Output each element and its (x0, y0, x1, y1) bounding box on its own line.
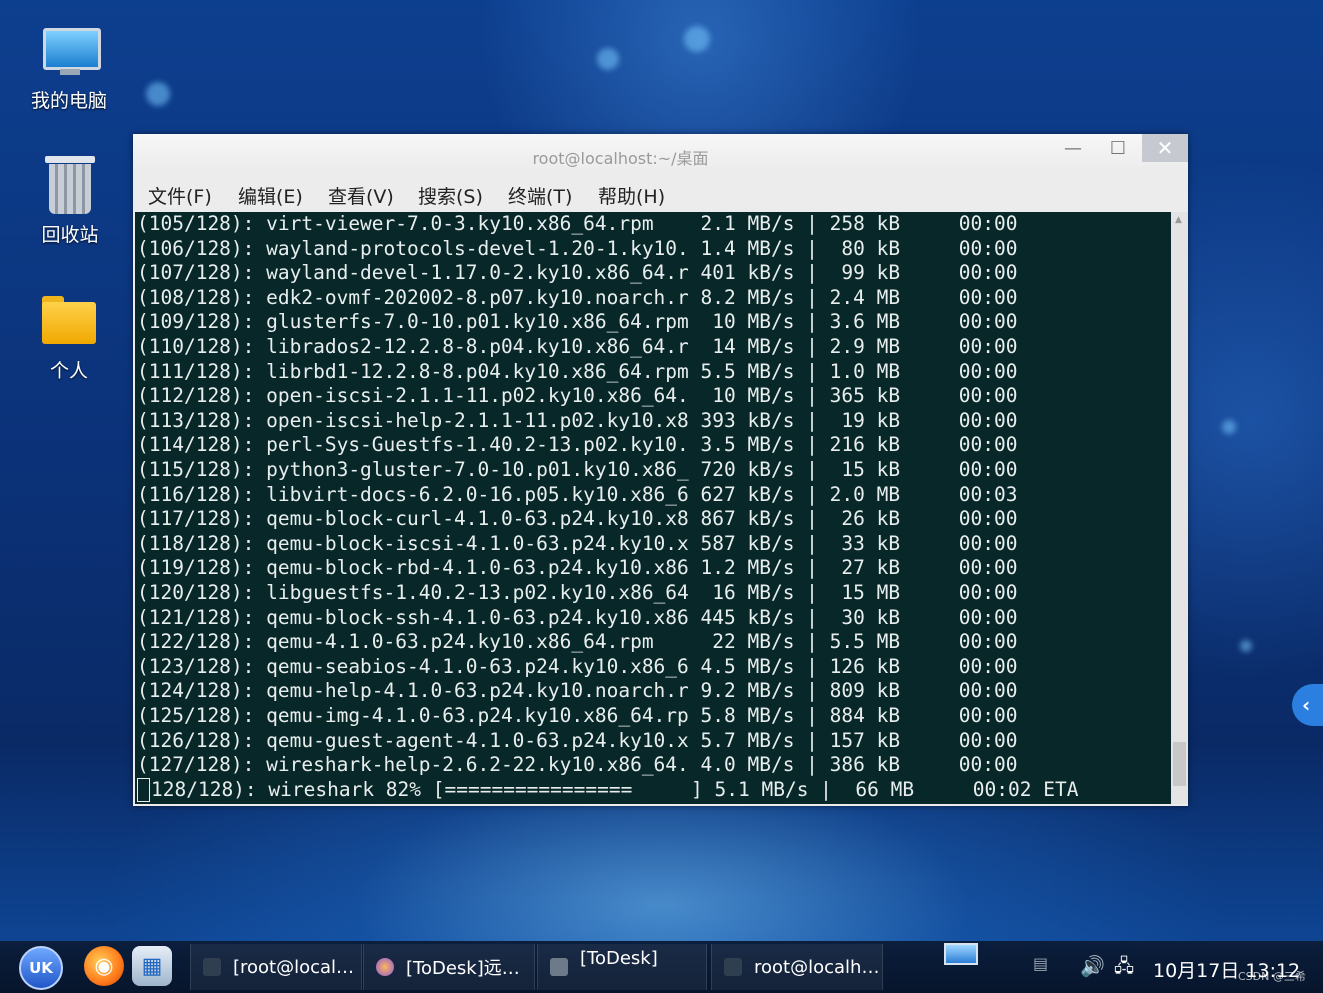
terminal-line: (126/128): qemu-guest-agent-4.1.0-63.p24… (137, 728, 1018, 752)
desktop-icon-label: 我的电脑 (30, 90, 107, 112)
computer-icon (40, 22, 101, 80)
desktop-icon-label: 回收站 (41, 224, 99, 246)
terminal-window: root@localhost:~/桌面 — ☐ ✕ 文件(F) 编辑(E) 查看… (133, 134, 1188, 806)
file-manager-icon: ▦ (141, 953, 163, 979)
terminal-line: (119/128): qemu-block-rbd-4.1.0-63.p24.k… (137, 556, 1018, 580)
window-app-icon (550, 958, 568, 976)
menu-bar: 文件(F) 编辑(E) 查看(V) 搜索(S) 终端(T) 帮助(H) (133, 174, 1188, 212)
terminal-line: (108/128): edk2-ovmf-202002-8.p07.ky10.n… (137, 285, 1018, 309)
progress-line-text: 128/128): wireshark 82% [===============… (151, 777, 1079, 801)
terminal-line: (115/128): python3-gluster-7.0-10.p01.ky… (137, 458, 1018, 481)
task-todesk-remote[interactable]: [ToDesk]远… (363, 944, 535, 990)
scrollbar-thumb[interactable] (1173, 742, 1186, 786)
terminal-line: (111/128): librbd1-12.2.8-8.p04.ky10.x86… (137, 359, 1018, 383)
window-titlebar[interactable]: root@localhost:~/桌面 — ☐ ✕ (133, 134, 1188, 174)
task-label: [root@local… (233, 956, 355, 978)
desktop-icon-personal[interactable]: 个人 (24, 292, 114, 383)
show-desktop-icon[interactable] (944, 943, 978, 965)
window-title: root@localhost:~/桌面 (532, 149, 709, 168)
terminal-line: (124/128): qemu-help-4.1.0-63.p24.ky10.n… (137, 679, 1018, 703)
task-terminal-2[interactable]: root@localh… (711, 944, 883, 990)
wallpaper-light (1222, 420, 1236, 434)
task-label: [ToDesk]远… (406, 958, 520, 979)
terminal-line: (114/128): perl-Sys-Guestfs-1.40.2-13.p0… (137, 433, 1018, 457)
network-icon[interactable]: 🖧 (1114, 954, 1134, 984)
todesk-app-icon (376, 958, 394, 976)
task-todesk[interactable]: [ToDesk] (537, 944, 707, 990)
start-menu-button[interactable]: UK (19, 946, 63, 990)
terminal-line: (122/128): qemu-4.1.0-63.p24.ky10.x86_64… (137, 630, 1018, 654)
scrollbar[interactable]: ▲ (1171, 212, 1188, 804)
maximize-button[interactable]: ☐ (1096, 134, 1140, 162)
minimize-button[interactable]: — (1051, 134, 1095, 162)
desktop-icon-trash[interactable]: 回收站 (25, 156, 115, 247)
menu-view[interactable]: 查看(V) (328, 182, 394, 209)
menu-edit[interactable]: 编辑(E) (238, 182, 303, 209)
wallpaper-light (1240, 640, 1252, 652)
firefox-icon: ◉ (94, 953, 114, 979)
terminal-line: (112/128): open-iscsi-2.1.1-11.p02.ky10.… (137, 384, 1018, 408)
task-label: [ToDesk] (580, 948, 658, 969)
terminal-line: (121/128): qemu-block-ssh-4.1.0-63.p24.k… (137, 605, 1018, 629)
close-button[interactable]: ✕ (1142, 134, 1188, 162)
menu-search[interactable]: 搜索(S) (418, 182, 483, 209)
folder-icon (40, 292, 98, 350)
start-logo-icon: UK (29, 959, 53, 977)
menu-terminal[interactable]: 终端(T) (508, 182, 572, 209)
trash-icon (41, 156, 99, 214)
keyboard-tray-icon[interactable]: ▤ (1033, 954, 1048, 973)
terminal-line: (110/128): librados2-12.2.8-8.p04.ky10.x… (137, 335, 1018, 358)
terminal-line: (120/128): libguestfs-1.40.2-13.p02.ky10… (137, 581, 1018, 604)
watermark: CSDN @三希 (1238, 970, 1306, 983)
terminal-line: (127/128): wireshark-help-2.6.2-22.ky10.… (137, 753, 1018, 777)
terminal-line: (123/128): qemu-seabios-4.1.0-63.p24.ky1… (137, 654, 1018, 678)
sidebar-toggle-button[interactable]: ‹ (1292, 684, 1323, 726)
menu-file[interactable]: 文件(F) (148, 182, 212, 209)
terminal-output[interactable]: (105/128): virt-viewer-7.0-3.ky10.x86_64… (135, 212, 1171, 804)
wallpaper-light (146, 82, 170, 106)
terminal-app-icon (203, 958, 221, 976)
terminal-line: (117/128): qemu-block-curl-4.1.0-63.p24.… (137, 507, 1018, 531)
desktop-icon-computer[interactable]: 我的电脑 (24, 22, 114, 113)
terminal-line: (116/128): libvirt-docs-6.2.0-16.p05.ky1… (137, 482, 1018, 506)
text-cursor (137, 778, 150, 803)
task-label: root@localh… (754, 956, 880, 978)
file-manager-launcher[interactable]: ▦ (132, 946, 172, 986)
terminal-line: (107/128): wayland-devel-1.17.0-2.ky10.x… (137, 261, 1018, 285)
terminal-line: (125/128): qemu-img-4.1.0-63.p24.ky10.x8… (137, 704, 1018, 727)
terminal-line: (106/128): wayland-protocols-devel-1.20-… (137, 236, 1018, 260)
wallpaper-light (684, 26, 710, 52)
desktop-icon-label: 个人 (49, 360, 88, 382)
task-terminal-1[interactable]: [root@local… (190, 944, 362, 990)
menu-help[interactable]: 帮助(H) (598, 182, 665, 209)
wallpaper-light (597, 48, 619, 70)
terminal-progress-line: 128/128): wireshark 82% [===============… (137, 778, 1078, 803)
firefox-launcher[interactable]: ◉ (84, 946, 124, 986)
terminal-line: (109/128): glusterfs-7.0-10.p01.ky10.x86… (137, 310, 1018, 334)
terminal-line: (105/128): virt-viewer-7.0-3.ky10.x86_64… (137, 212, 1018, 235)
terminal-app-icon (724, 958, 742, 976)
scroll-up-arrow-icon[interactable]: ▲ (1175, 215, 1182, 225)
volume-icon[interactable]: 🔊 (1080, 954, 1105, 978)
taskbar: UK ◉ ▦ [root@local… [ToDesk]远… [ToDesk] … (0, 941, 1323, 993)
terminal-line: (113/128): open-iscsi-help-2.1.1-11.p02.… (137, 408, 1018, 432)
terminal-line: (118/128): qemu-block-iscsi-4.1.0-63.p24… (137, 531, 1018, 555)
